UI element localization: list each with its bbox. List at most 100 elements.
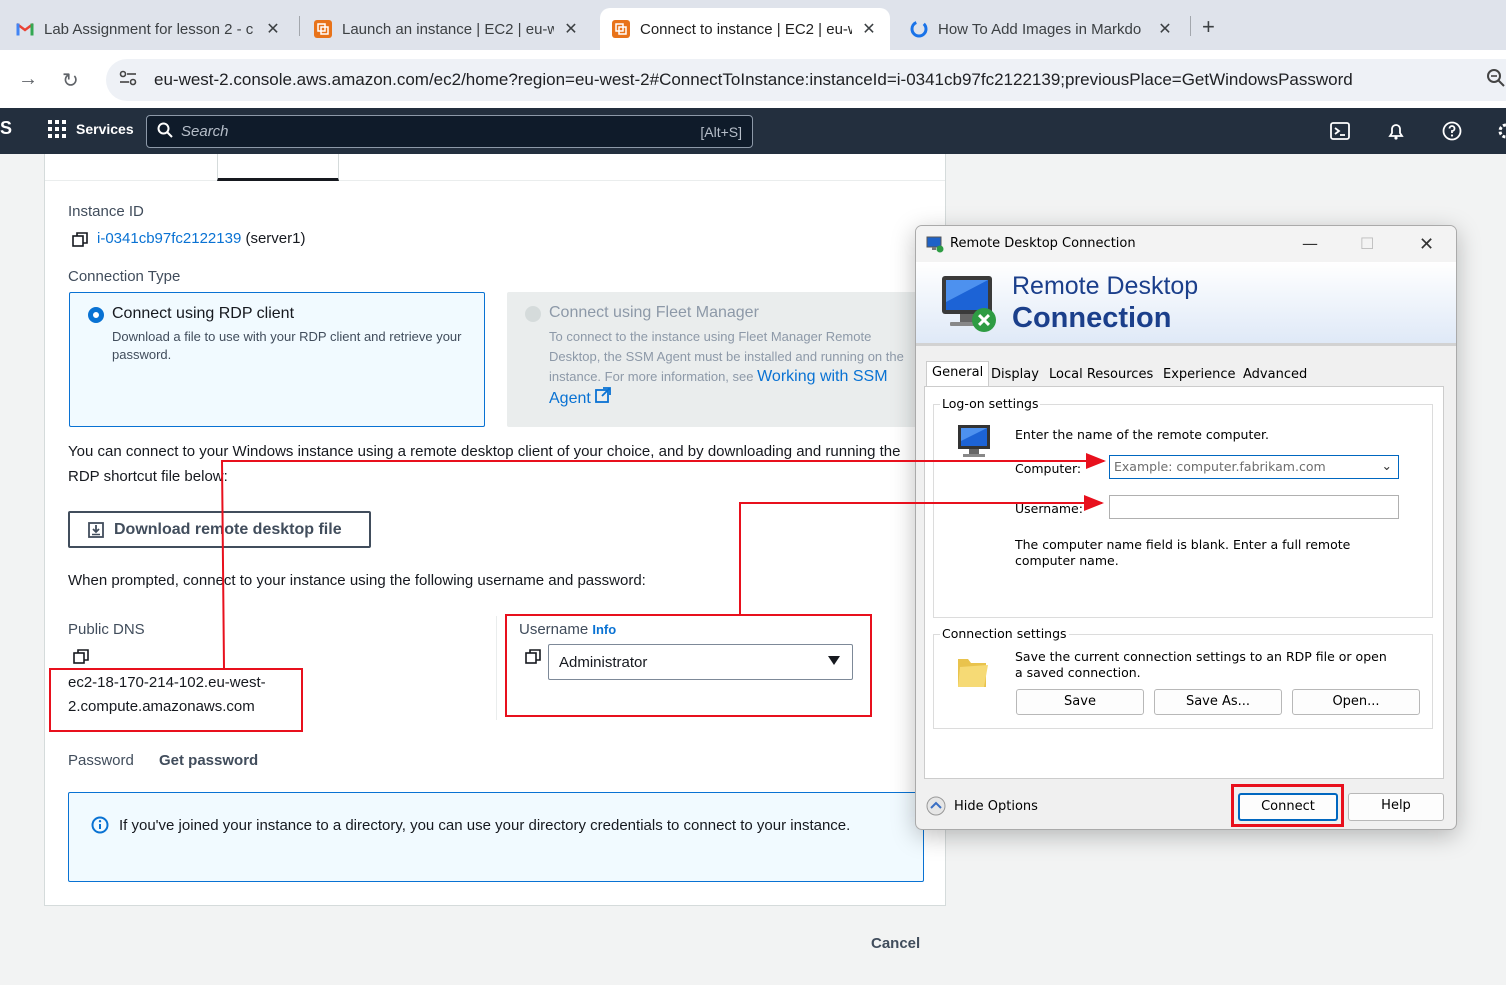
- fleet-option-desc: To connect to the instance using Fleet M…: [549, 327, 909, 409]
- get-password-link[interactable]: Get password: [159, 752, 258, 769]
- forward-icon[interactable]: →: [18, 68, 38, 91]
- connect-panel: Instance ID i-0341cb97fc2122139 (server1…: [44, 154, 946, 906]
- chevron-down-icon[interactable]: ⌄: [1382, 458, 1392, 473]
- aws-logo[interactable]: S: [0, 118, 12, 139]
- site-settings-icon[interactable]: [118, 69, 138, 91]
- help-icon[interactable]: [1442, 121, 1462, 141]
- tab-rdp-client[interactable]: [217, 154, 339, 181]
- hide-options-toggle[interactable]: Hide Options: [926, 796, 1038, 816]
- settings-gear-icon[interactable]: [1496, 121, 1506, 141]
- cancel-button[interactable]: Cancel: [871, 935, 920, 952]
- folder-icon: [954, 651, 990, 692]
- tab-connect-instance[interactable]: Connect to instance | EC2 | eu-w ✕: [600, 8, 890, 50]
- minimize-icon[interactable]: —: [1302, 234, 1318, 253]
- connect-button-highlight: [1231, 784, 1344, 827]
- rdp-titlebar[interactable]: Remote Desktop Connection — ☐ ✕: [916, 226, 1456, 262]
- computer-label: Computer:: [1015, 461, 1082, 476]
- tab-underline: [45, 180, 945, 181]
- fleet-option-title: Connect using Fleet Manager: [549, 304, 759, 321]
- tab-display[interactable]: Display: [986, 364, 1044, 386]
- close-tab-icon[interactable]: ✕: [1156, 19, 1174, 39]
- aws-search-input[interactable]: Search [Alt+S]: [146, 115, 753, 148]
- search-icon: [157, 122, 173, 142]
- tab-gmail[interactable]: Lab Assignment for lesson 2 - c ✕: [4, 8, 294, 50]
- conn-group-label: Connection settings: [940, 626, 1069, 641]
- close-tab-icon[interactable]: ✕: [264, 19, 282, 39]
- copy-icon[interactable]: [73, 649, 89, 665]
- services-label: Services: [76, 121, 134, 137]
- tab-launch-instance[interactable]: Launch an instance | EC2 | eu-w ✕: [302, 8, 592, 50]
- prompt-text: When prompted, connect to your instance …: [68, 572, 646, 589]
- rdp-banner: Remote Desktop Connection: [916, 262, 1456, 346]
- chevron-up-icon: [926, 796, 946, 816]
- save-button[interactable]: Save: [1016, 689, 1144, 715]
- maximize-icon: ☐: [1360, 234, 1375, 253]
- public-dns-highlight: [49, 668, 303, 732]
- tab-markdown-images[interactable]: How To Add Images in Markdo ✕: [898, 8, 1186, 50]
- download-rdp-button[interactable]: Download remote desktop file: [68, 511, 371, 548]
- username-highlight: [505, 614, 872, 717]
- tab-title: Lab Assignment for lesson 2 - c: [44, 20, 254, 38]
- help-button[interactable]: Help: [1348, 793, 1444, 821]
- copy-icon[interactable]: [72, 232, 88, 248]
- connection-type-label: Connection Type: [68, 268, 181, 285]
- rdp-window: Remote Desktop Connection — ☐ ✕ Remote D…: [915, 225, 1457, 830]
- computer-combobox[interactable]: Example: computer.fabrikam.com ⌄: [1109, 455, 1399, 479]
- services-menu[interactable]: Services: [48, 120, 134, 138]
- download-icon: [88, 521, 104, 538]
- instance-id-label: Instance ID: [68, 203, 144, 220]
- info-text: If you've joined your instance to a dire…: [119, 817, 851, 834]
- banner-title-line2: Connection: [1012, 302, 1172, 334]
- rdp-option-desc: Download a file to use with your RDP cli…: [112, 329, 462, 362]
- password-label: Password: [68, 752, 134, 769]
- directory-info-alert: If you've joined your instance to a dire…: [68, 792, 924, 882]
- external-link-icon: [595, 387, 612, 403]
- close-window-icon[interactable]: ✕: [1419, 234, 1434, 255]
- fleet-manager-option: Connect using Fleet Manager To connect t…: [507, 292, 927, 427]
- rdp-client-option[interactable]: Connect using RDP client Download a file…: [69, 292, 485, 427]
- open-button[interactable]: Open...: [1292, 689, 1420, 715]
- close-tab-icon[interactable]: ✕: [860, 19, 878, 39]
- username-input[interactable]: [1109, 495, 1399, 519]
- site-icon: [910, 20, 928, 38]
- rdp-option-title: Connect using RDP client: [112, 305, 295, 322]
- aws-ec2-icon: [314, 20, 332, 38]
- tab-experience[interactable]: Experience: [1158, 364, 1241, 386]
- notifications-bell-icon[interactable]: [1386, 121, 1406, 141]
- tab-general[interactable]: General: [926, 361, 990, 387]
- hide-options-label: Hide Options: [954, 798, 1038, 814]
- instance-id-row: i-0341cb97fc2122139 (server1): [97, 230, 305, 247]
- tab-local-resources[interactable]: Local Resources: [1044, 364, 1158, 386]
- blank-computer-warning: The computer name field is blank. Enter …: [1015, 537, 1351, 568]
- logon-group-label: Log-on settings: [940, 396, 1041, 411]
- url-field[interactable]: eu-west-2.console.aws.amazon.com/ec2/hom…: [106, 59, 1506, 101]
- monitor-icon: [936, 272, 1000, 337]
- computer-icon: [954, 423, 994, 462]
- radio-selected[interactable]: [88, 307, 104, 323]
- tab-divider: [299, 16, 300, 36]
- instance-id-link[interactable]: i-0341cb97fc2122139: [97, 230, 241, 247]
- instance-name: (server1): [245, 230, 306, 247]
- new-tab-icon[interactable]: +: [1202, 14, 1215, 40]
- rdp-window-title: Remote Desktop Connection: [950, 236, 1136, 251]
- zoom-icon[interactable]: [1486, 68, 1506, 94]
- tab-advanced[interactable]: Advanced: [1238, 364, 1312, 386]
- rdp-app-icon: [926, 235, 944, 256]
- download-button-label: Download remote desktop file: [114, 520, 342, 538]
- gmail-icon: [16, 20, 34, 38]
- url-text: eu-west-2.console.aws.amazon.com/ec2/hom…: [154, 70, 1353, 89]
- intro-text: You can connect to your Windows instance…: [68, 443, 901, 485]
- reload-icon[interactable]: ↻: [62, 68, 79, 93]
- browser-tab-bar: Lab Assignment for lesson 2 - c ✕ Launch…: [0, 0, 1506, 50]
- general-tab-panel: Log-on settings Enter the name of the re…: [924, 386, 1444, 779]
- search-shortcut: [Alt+S]: [700, 123, 742, 140]
- close-tab-icon[interactable]: ✕: [562, 19, 580, 39]
- tab-title: Connect to instance | EC2 | eu-w: [640, 20, 852, 38]
- grid-icon: [48, 120, 66, 138]
- tab-title: How To Add Images in Markdo: [938, 20, 1142, 38]
- search-placeholder: Search: [181, 123, 229, 140]
- save-as-button[interactable]: Save As...: [1154, 689, 1282, 715]
- cloudshell-icon[interactable]: [1330, 121, 1350, 141]
- column-divider: [496, 616, 497, 720]
- aws-top-nav: S Services Search [Alt+S]: [0, 108, 1506, 154]
